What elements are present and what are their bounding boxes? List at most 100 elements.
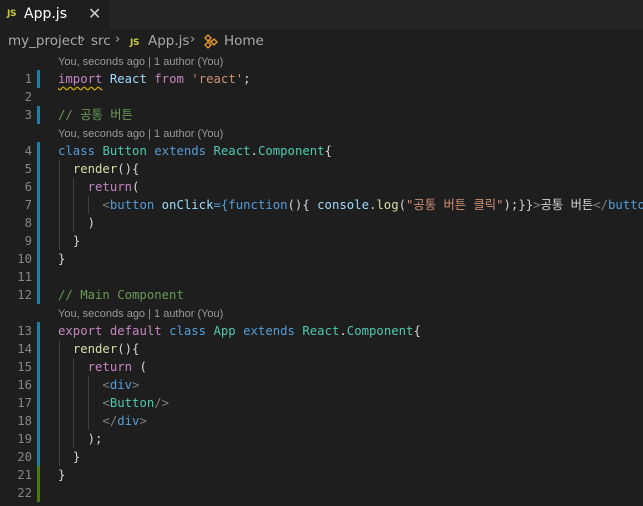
punctuation: }: [72, 450, 81, 464]
line-number: 3: [24, 108, 32, 122]
keyword: class: [58, 144, 96, 158]
jsx-tag: div: [117, 414, 140, 428]
keyword: export: [58, 324, 103, 338]
breadcrumb-item-home[interactable]: Home: [224, 33, 264, 49]
code-line-6[interactable]: return(: [58, 178, 140, 196]
line-number: 2: [24, 90, 32, 104]
punctuation: </: [593, 198, 609, 212]
code-line-17[interactable]: <Button/>: [58, 394, 169, 412]
code-line-9[interactable]: }: [58, 232, 80, 250]
chevron-right-icon: ›: [80, 32, 86, 47]
code-line-4[interactable]: class Button extends React.Component{: [58, 142, 332, 160]
keyword: class: [169, 324, 207, 338]
code-line-16[interactable]: <div>: [58, 376, 139, 394]
keyword: import: [58, 72, 103, 86]
punctuation: >: [533, 198, 541, 212]
git-modified-marker[interactable]: [37, 322, 40, 466]
class-name: App: [213, 324, 236, 338]
jsx-attribute: onClick: [161, 198, 214, 212]
keyword: default: [109, 324, 162, 338]
code-line-7[interactable]: <button onClick={function(){ console.log…: [58, 196, 643, 214]
line-number: 17: [17, 396, 32, 410]
punctuation: .: [339, 324, 347, 338]
line-number: 12: [17, 288, 32, 302]
punctuation: <: [102, 378, 110, 392]
punctuation: (){: [287, 198, 318, 212]
tab-bar: JS App.js ✕: [0, 0, 643, 29]
punctuation: (: [132, 360, 147, 374]
git-modified-marker[interactable]: [37, 142, 40, 304]
codelens-blame[interactable]: You, seconds ago | 1 author (You): [58, 306, 223, 322]
breadcrumb-item-my-project[interactable]: my_project: [8, 33, 83, 49]
punctuation: (: [398, 198, 407, 212]
code-line-21[interactable]: }: [58, 466, 65, 484]
keyword: function: [228, 198, 288, 212]
line-number: 11: [17, 270, 32, 284]
class-symbol-icon: [204, 34, 218, 49]
punctuation: }: [58, 252, 66, 266]
identifier: React: [213, 144, 251, 158]
line-number: 6: [24, 180, 32, 194]
code-line-3[interactable]: // 공통 버튼: [58, 106, 133, 124]
punctuation: );}}: [503, 198, 534, 212]
line-number: 13: [17, 324, 32, 338]
punctuation: ={: [213, 198, 229, 212]
breadcrumb: my_project › src › JS App.js › Home: [0, 29, 643, 53]
close-icon[interactable]: ✕: [88, 4, 101, 23]
class-name: Button: [102, 144, 147, 158]
jsx-text: 공통 버튼: [540, 198, 594, 212]
string: "공통 버튼 클릭": [406, 198, 504, 212]
line-number: 16: [17, 378, 32, 392]
tab-app-js[interactable]: JS App.js ✕: [0, 0, 110, 29]
class-name: Component: [257, 144, 325, 158]
codelens-blame[interactable]: You, seconds ago | 1 author (You): [58, 54, 223, 70]
code-line-15[interactable]: return (: [58, 358, 147, 376]
identifier: console: [317, 198, 369, 212]
line-number: 18: [17, 414, 32, 428]
tab-label: App.js: [24, 6, 67, 22]
code-line-10[interactable]: }: [58, 250, 65, 268]
code-line-13[interactable]: export default class App extends React.C…: [58, 322, 421, 340]
code-line-1[interactable]: import React from 'react';: [58, 70, 251, 88]
punctuation: .: [250, 144, 258, 158]
punctuation: }: [72, 234, 81, 248]
breadcrumb-item-src[interactable]: src: [91, 33, 111, 49]
function-name: log: [376, 198, 399, 212]
identifier: React: [302, 324, 340, 338]
keyword: return: [87, 360, 133, 374]
jsx-tag: button: [608, 198, 643, 212]
code-line-19[interactable]: );: [58, 430, 103, 448]
punctuation: >: [139, 414, 147, 428]
breadcrumb-item-app-js[interactable]: App.js: [148, 33, 189, 49]
punctuation: {: [324, 144, 332, 158]
punctuation: ): [87, 216, 96, 230]
string: 'react': [191, 72, 244, 86]
punctuation: >: [132, 378, 140, 392]
codelens-blame[interactable]: You, seconds ago | 1 author (You): [58, 126, 223, 142]
code-line-18[interactable]: </div>: [58, 412, 147, 430]
line-number: 22: [17, 486, 32, 500]
keyword: from: [154, 72, 184, 86]
git-modified-marker[interactable]: [37, 70, 40, 88]
keyword: return: [87, 180, 133, 194]
jsx-tag: button: [109, 198, 155, 212]
code-line-20[interactable]: }: [58, 448, 80, 466]
code-line-12[interactable]: // Main Component: [58, 286, 184, 304]
git-modified-marker[interactable]: [37, 106, 40, 124]
line-number: 19: [17, 432, 32, 446]
git-added-marker[interactable]: [37, 466, 40, 502]
punctuation: <: [102, 396, 110, 410]
line-number: 21: [17, 468, 32, 482]
javascript-file-icon: JS: [130, 38, 140, 48]
punctuation: <: [102, 198, 110, 212]
code-line-14[interactable]: render(){: [58, 340, 140, 358]
keyword: extends: [243, 324, 295, 338]
chevron-right-icon: ›: [190, 32, 196, 47]
punctuation: );: [87, 432, 103, 446]
code-line-5[interactable]: render(){: [58, 160, 140, 178]
punctuation: {: [413, 324, 421, 338]
code-line-8[interactable]: ): [58, 214, 95, 232]
line-number: 14: [17, 342, 32, 356]
jsx-tag: div: [109, 378, 133, 392]
jsx-component-tag: Button: [109, 396, 155, 410]
